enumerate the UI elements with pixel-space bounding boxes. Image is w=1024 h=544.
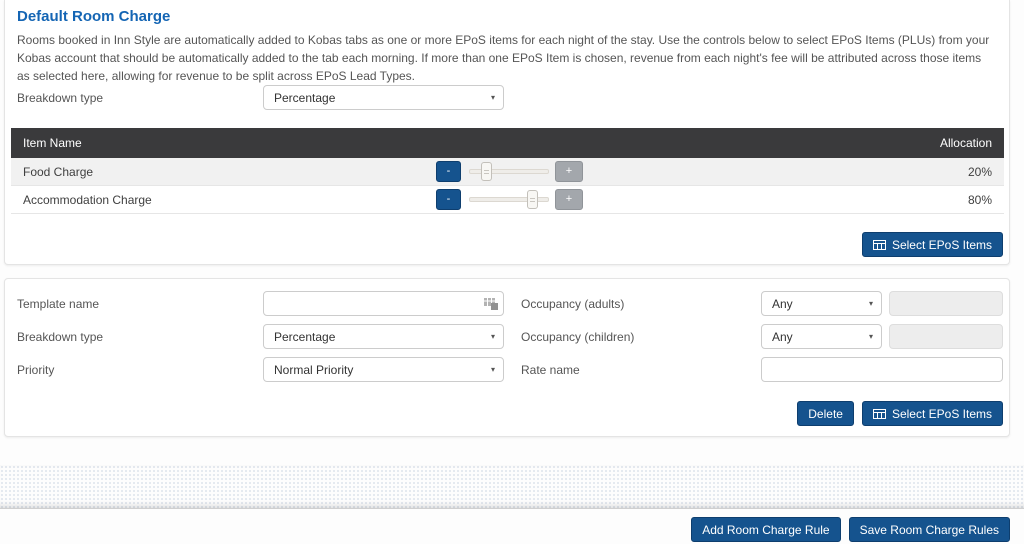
slider-handle[interactable] [481,162,492,181]
page-description: Rooms booked in Inn Style are automatica… [17,31,995,85]
allocation-slider: - + [436,189,583,210]
delete-button[interactable]: Delete [797,401,854,426]
breakdown-type-label: Breakdown type [17,330,103,344]
allocation-table: Item Name Allocation Food Charge - + 20%… [11,128,1004,214]
occupancy-children-select[interactable]: Any ▾ [761,324,882,349]
room-charge-rule-panel: Template name Occupancy (adults) Any ▾ B… [4,278,1010,437]
autofill-grid-icon [483,297,498,310]
occupancy-adults-number-input [889,291,1003,316]
select-epos-items-button[interactable]: Select EPoS Items [862,401,1003,426]
rate-name-label: Rate name [521,363,580,377]
decrease-allocation-button[interactable]: - [436,161,461,182]
empty-rule-drop-zone [0,465,1024,509]
allocation-slider-track[interactable] [469,169,549,174]
select-epos-items-button[interactable]: Select EPoS Items [862,232,1003,257]
decrease-allocation-button[interactable]: - [436,189,461,210]
occupancy-children-value: Any [772,330,793,344]
room-charge-settings-page: Default Room Charge Rooms booked in Inn … [0,0,1024,544]
priority-value: Normal Priority [274,363,353,377]
template-name-input[interactable] [263,291,504,316]
epos-grid-icon [873,240,886,250]
add-room-charge-rule-button[interactable]: Add Room Charge Rule [691,517,840,542]
occupancy-children-label: Occupancy (children) [521,330,634,344]
template-name-label: Template name [17,297,99,311]
allocation-slider-track[interactable] [469,197,549,202]
caret-down-icon: ▾ [491,333,495,341]
column-allocation: Allocation [940,136,1004,150]
occupancy-adults-select[interactable]: Any ▾ [761,291,882,316]
footer-actions: Add Room Charge Rule Save Room Charge Ru… [691,517,1010,542]
priority-label: Priority [17,363,54,377]
breakdown-type-label: Breakdown type [17,91,103,105]
priority-select[interactable]: Normal Priority ▾ [263,357,504,382]
increase-allocation-button[interactable]: + [555,161,583,182]
select-epos-items-label: Select EPoS Items [892,407,992,421]
occupancy-children-number-input [889,324,1003,349]
rule-breakdown-type-value: Percentage [274,330,335,344]
delete-label: Delete [808,407,843,421]
occupancy-adults-label: Occupancy (adults) [521,297,624,311]
breakdown-type-value: Percentage [274,91,335,105]
table-row: Accommodation Charge - + 80% [11,186,1004,214]
table-row: Food Charge - + 20% [11,158,1004,186]
page-title: Default Room Charge [17,8,170,25]
allocation-value: 80% [968,193,1004,207]
item-name: Food Charge [11,165,436,179]
caret-down-icon: ▾ [491,94,495,102]
caret-down-icon: ▾ [491,366,495,374]
column-item-name: Item Name [11,136,82,150]
allocation-slider: - + [436,161,583,182]
add-room-charge-rule-label: Add Room Charge Rule [702,523,829,537]
allocation-table-header: Item Name Allocation [11,128,1004,158]
save-room-charge-rules-label: Save Room Charge Rules [860,523,999,537]
caret-down-icon: ▾ [869,300,873,308]
rate-name-input[interactable] [761,357,1003,382]
caret-down-icon: ▾ [869,333,873,341]
default-room-charge-panel: Default Room Charge Rooms booked in Inn … [4,0,1010,265]
save-room-charge-rules-button[interactable]: Save Room Charge Rules [849,517,1010,542]
increase-allocation-button[interactable]: + [555,189,583,210]
allocation-value: 20% [968,165,1004,179]
slider-handle[interactable] [527,190,538,209]
epos-grid-icon [873,409,886,419]
breakdown-type-select[interactable]: Percentage ▾ [263,85,504,110]
item-name: Accommodation Charge [11,193,436,207]
occupancy-adults-value: Any [772,297,793,311]
rule-breakdown-type-select[interactable]: Percentage ▾ [263,324,504,349]
select-epos-items-label: Select EPoS Items [892,238,992,252]
